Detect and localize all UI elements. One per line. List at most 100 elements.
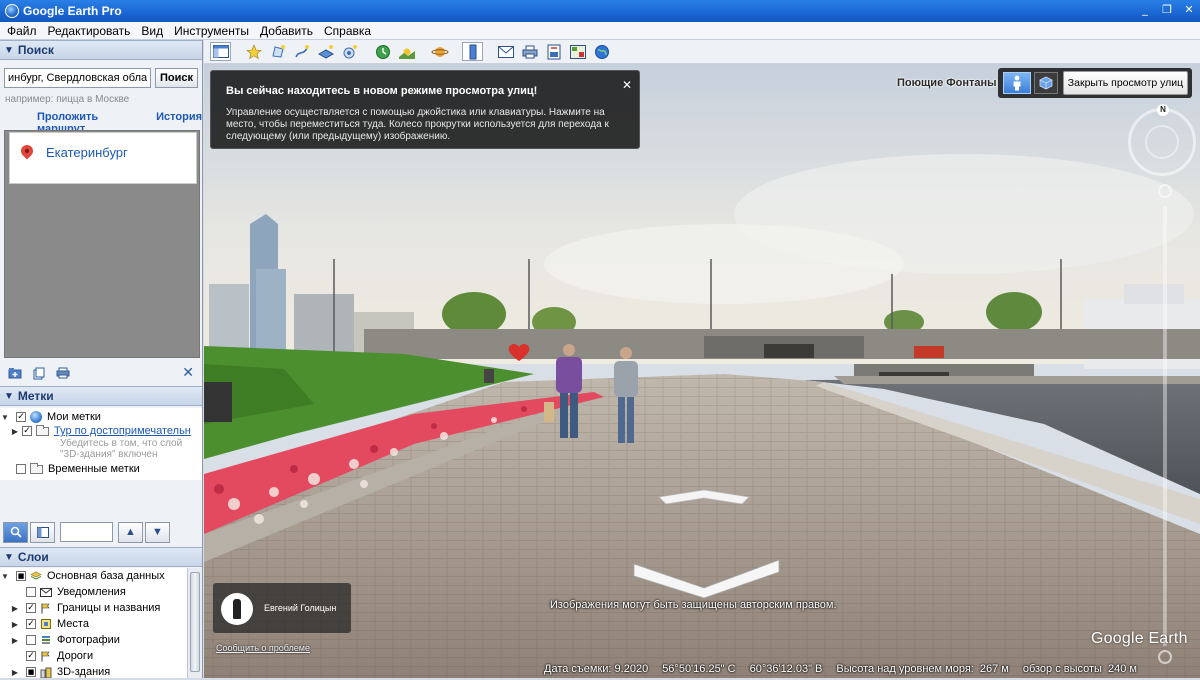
search-hint: например: пицца в Москве <box>5 94 130 105</box>
search-result-item[interactable]: Екатеринбург <box>9 132 197 184</box>
layers-stack-icon <box>30 571 42 582</box>
menu-add[interactable]: Добавить <box>256 24 317 38</box>
search-button[interactable]: Поиск <box>155 68 198 88</box>
copy-icon[interactable] <box>32 367 46 379</box>
google-earth-icon <box>5 4 19 18</box>
save-image-button[interactable] <box>543 42 564 61</box>
add-placemark-button[interactable] <box>243 42 264 61</box>
title-bar: Google Earth Pro _ ❐ ✕ <box>0 0 1200 22</box>
minimize-button[interactable]: _ <box>1138 3 1152 17</box>
collapse-triangle-icon: ▼ <box>4 551 14 563</box>
checkbox-checked[interactable]: ✓ <box>22 426 32 436</box>
add-image-overlay-button[interactable] <box>315 42 336 61</box>
add-polygon-button[interactable] <box>267 42 288 61</box>
expand-arrow-icon[interactable]: ▶ <box>10 668 20 677</box>
search-header[interactable]: ▼ Поиск <box>0 40 202 60</box>
checkbox-unchecked[interactable] <box>26 635 36 645</box>
checkbox-checked[interactable]: ✓ <box>26 603 36 613</box>
ground-level-cube-icon[interactable] <box>1034 72 1058 94</box>
menu-file[interactable]: Файл <box>3 24 41 38</box>
expand-arrow-icon[interactable]: ▶ <box>10 427 20 436</box>
layer-borders[interactable]: ▶ ✓ Границы и названия <box>0 600 187 616</box>
street-view-controls: Закрыть просмотр улиц <box>998 68 1192 98</box>
view-in-maps-button[interactable] <box>567 42 588 61</box>
layers-scrollbar[interactable] <box>187 568 202 678</box>
street-view-scene[interactable] <box>204 64 1200 678</box>
north-indicator[interactable]: N <box>1157 104 1169 116</box>
close-popup-icon[interactable]: ✕ <box>622 78 632 92</box>
close-panel-icon[interactable]: ✕ <box>182 364 194 381</box>
add-folder-icon[interactable] <box>8 367 22 379</box>
tree-item-label[interactable]: Тур по достопримечательн <box>54 425 191 437</box>
layers-panel: ▼ Слои ▼ ■ Основная база данных Уведомле… <box>0 547 202 678</box>
menu-tools[interactable]: Инструменты <box>170 24 253 38</box>
street-view-person-icon[interactable] <box>1003 72 1031 94</box>
tree-item-my-places[interactable]: ▼ ✓ Мои метки <box>0 410 202 424</box>
historical-imagery-button[interactable] <box>372 42 393 61</box>
layer-notifications[interactable]: Уведомления <box>0 584 187 600</box>
expand-arrow-icon[interactable]: ▼ <box>0 413 10 422</box>
layer-primary-database[interactable]: ▼ ■ Основная база данных <box>0 568 187 584</box>
checkbox-unchecked[interactable] <box>16 464 26 474</box>
photo-author-card[interactable]: Евгений Голицын <box>213 583 351 633</box>
switch-planet-button[interactable] <box>429 42 450 61</box>
layer-label: Дороги <box>57 650 94 662</box>
expand-arrow-icon[interactable]: ▶ <box>10 604 20 613</box>
add-path-button[interactable] <box>291 42 312 61</box>
zoom-slider[interactable] <box>1158 184 1172 664</box>
toggle-sidebar-button[interactable] <box>210 42 231 61</box>
report-problem-link[interactable]: Сообщить о проблеме <box>216 643 310 653</box>
layers-header[interactable]: ▼ Слои <box>0 547 202 567</box>
checkbox-checked[interactable]: ✓ <box>26 619 36 629</box>
checkbox-checked[interactable]: ✓ <box>16 412 26 422</box>
menu-edit[interactable]: Редактировать <box>44 24 135 38</box>
checkbox-partial[interactable]: ■ <box>26 667 36 677</box>
building <box>256 269 286 354</box>
sign-in-earth-button[interactable] <box>591 42 612 61</box>
location-pin-icon <box>20 145 34 165</box>
checkbox-unchecked[interactable] <box>26 587 36 597</box>
look-joystick[interactable] <box>1128 108 1196 176</box>
scrollbar-thumb[interactable] <box>190 572 200 672</box>
layer-photos[interactable]: ▶ Фотографии <box>0 632 187 648</box>
layers-header-label: Слои <box>17 550 49 564</box>
panel-mode-button[interactable] <box>30 521 55 543</box>
map-viewport[interactable]: Вы сейчас находитесь в новом режиме прос… <box>204 64 1200 678</box>
expand-arrow-icon[interactable]: ▼ <box>0 572 10 581</box>
zoom-in-button[interactable] <box>1158 184 1172 198</box>
expand-arrow-icon[interactable]: ▶ <box>10 636 20 645</box>
places-panel: ▼ Метки ▼ ✓ Мои метки ▶ ✓ Тур по достопр… <box>0 386 202 518</box>
move-down-button[interactable]: ▼ <box>145 521 170 543</box>
menu-help[interactable]: Справка <box>320 24 375 38</box>
latitude: 56°50'16.25" С <box>662 662 736 675</box>
folder-icon <box>30 462 43 474</box>
print-button[interactable] <box>519 42 540 61</box>
tree-item-temporary[interactable]: Временные метки <box>0 462 202 476</box>
email-button[interactable] <box>495 42 516 61</box>
search-input[interactable] <box>4 68 151 88</box>
ruler-button[interactable] <box>462 42 483 61</box>
move-up-button[interactable]: ▲ <box>118 521 143 543</box>
sunlight-button[interactable] <box>396 42 417 61</box>
layer-label: Места <box>57 618 89 630</box>
search-mode-button[interactable] <box>3 521 28 543</box>
tree-item-tour[interactable]: ▶ ✓ Тур по достопримечательн <box>0 424 202 438</box>
record-tour-button[interactable] <box>339 42 360 61</box>
menu-view[interactable]: Вид <box>137 24 167 38</box>
info-popup-title: Вы сейчас находитесь в новом режиме прос… <box>226 85 538 97</box>
tour-field[interactable] <box>60 522 113 542</box>
layer-roads[interactable]: ✓ Дороги <box>0 648 187 664</box>
print-icon[interactable] <box>56 367 70 379</box>
search-result-label[interactable]: Екатеринбург <box>46 145 128 160</box>
checkbox-partial[interactable]: ■ <box>16 571 26 581</box>
checkbox-checked[interactable]: ✓ <box>26 651 36 661</box>
layer-places[interactable]: ▶ ✓ Места <box>0 616 187 632</box>
close-button[interactable]: ✕ <box>1182 3 1196 17</box>
exit-street-view-button[interactable]: Закрыть просмотр улиц <box>1063 71 1188 95</box>
maximize-button[interactable]: ❐ <box>1160 3 1174 17</box>
places-header[interactable]: ▼ Метки <box>0 386 202 406</box>
author-name[interactable]: Евгений Голицын <box>264 603 336 613</box>
look-joystick-center[interactable] <box>1145 125 1179 159</box>
zoom-track[interactable] <box>1163 206 1167 646</box>
expand-arrow-icon[interactable]: ▶ <box>10 620 20 629</box>
